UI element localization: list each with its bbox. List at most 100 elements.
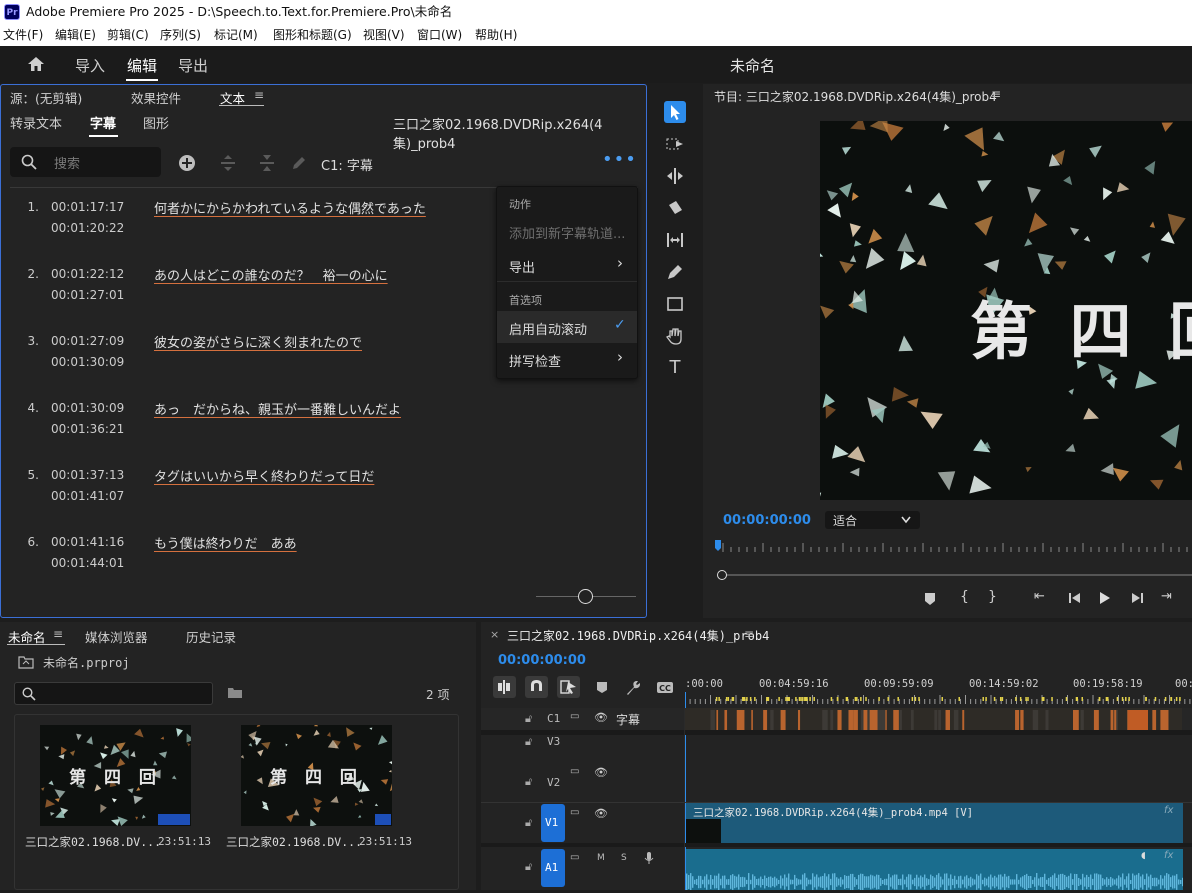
- wrench-icon[interactable]: [625, 680, 641, 696]
- timeline-timecode[interactable]: 00:00:00:00: [498, 653, 586, 668]
- menu-edit[interactable]: 编辑(E): [55, 24, 96, 46]
- caption-clip[interactable]: [1128, 710, 1148, 730]
- lock-icon[interactable]: 🔓︎: [525, 860, 532, 874]
- caption-text[interactable]: あの人はどこの誰なのだ？ 裕一の心に: [154, 265, 388, 284]
- panel-menu-icon[interactable]: ≡: [991, 87, 1001, 101]
- caption-clip[interactable]: [1160, 710, 1166, 730]
- caption-clip[interactable]: [881, 710, 886, 730]
- close-tab-icon[interactable]: ×: [490, 628, 499, 641]
- eye-icon[interactable]: 👁︎: [594, 766, 608, 779]
- pencil-icon[interactable]: [291, 155, 307, 171]
- menu-sequence[interactable]: 序列(S): [160, 24, 201, 46]
- type-tool-icon[interactable]: T: [664, 357, 686, 379]
- menu-help[interactable]: 帮助(H): [475, 24, 517, 46]
- add-caption-icon[interactable]: [178, 154, 196, 172]
- caption-clip[interactable]: [830, 710, 834, 730]
- caption-item[interactable]: 2. 00:01:22:12 00:01:27:01 あの人はどこの誰なのだ？ …: [1, 267, 491, 327]
- caption-item[interactable]: 3. 00:01:27:09 00:01:30:09 彼女の姿がさらに深く刻まれ…: [1, 334, 491, 394]
- folder-up-icon[interactable]: [18, 655, 34, 669]
- caption-clip[interactable]: [1045, 710, 1049, 730]
- caption-in-time[interactable]: 00:01:17:17: [51, 200, 124, 214]
- tab-source[interactable]: 源：(无剪辑): [10, 88, 82, 107]
- caption-in-time[interactable]: 00:01:41:16: [51, 535, 124, 549]
- add-marker-icon[interactable]: [596, 681, 608, 694]
- play-icon[interactable]: [1099, 591, 1111, 605]
- fit-dropdown[interactable]: 适合: [825, 511, 920, 529]
- mute-button[interactable]: M: [597, 853, 605, 863]
- film-icon[interactable]: ▭: [570, 807, 579, 818]
- caption-clip[interactable]: [1164, 710, 1169, 730]
- split-caption-icon[interactable]: [220, 154, 236, 172]
- menu-export[interactable]: 导出 ›: [497, 249, 637, 281]
- hand-tool-icon[interactable]: [664, 325, 686, 347]
- tab-import[interactable]: 导入: [75, 55, 105, 76]
- snap-magnet-icon[interactable]: [525, 676, 548, 698]
- track-target-a1[interactable]: A1: [541, 849, 565, 887]
- add-marker-icon[interactable]: [924, 592, 936, 606]
- caption-clip[interactable]: [1114, 710, 1117, 730]
- caption-text[interactable]: 何者かにからかわれているような偶然であった: [154, 198, 426, 217]
- caption-clip[interactable]: [934, 710, 938, 730]
- microphone-icon[interactable]: [643, 851, 655, 865]
- caption-text[interactable]: 彼女の姿がさらに深く刻まれたので: [154, 332, 362, 351]
- go-to-out-icon[interactable]: ⇥: [1161, 589, 1172, 604]
- menu-spellcheck[interactable]: 拼写检查 ›: [497, 344, 637, 376]
- tab-media-browser[interactable]: 媒体浏览器: [85, 627, 148, 646]
- caption-clip[interactable]: [873, 710, 878, 730]
- new-bin-icon[interactable]: [227, 686, 243, 700]
- caption-clip[interactable]: [1015, 710, 1020, 730]
- caption-text[interactable]: あっ だからね、親玉が一番難しいんだよ: [154, 399, 401, 418]
- eye-icon[interactable]: 👁︎: [594, 807, 608, 820]
- caption-in-time[interactable]: 00:01:37:13: [51, 468, 124, 482]
- caption-in-time[interactable]: 00:01:27:09: [51, 334, 124, 348]
- subtab-captions[interactable]: 字幕: [90, 113, 116, 132]
- caption-in-time[interactable]: 00:01:22:12: [51, 267, 124, 281]
- caption-clip[interactable]: [1110, 710, 1114, 730]
- film-icon[interactable]: ▭: [570, 711, 579, 722]
- search-input[interactable]: 搜索: [10, 147, 161, 177]
- caption-out-time[interactable]: 00:01:41:07: [51, 489, 124, 503]
- caption-clip[interactable]: [953, 710, 959, 730]
- caption-clip[interactable]: [739, 710, 745, 730]
- clip-name[interactable]: 三口之家02.1968.DV...: [25, 834, 161, 850]
- zoom-bar[interactable]: [723, 574, 1192, 576]
- menu-view[interactable]: 视图(V): [363, 24, 405, 46]
- film-icon[interactable]: ▭: [570, 766, 579, 777]
- project-search-input[interactable]: [14, 682, 213, 705]
- playhead-marker[interactable]: [714, 540, 722, 552]
- linked-selection-icon[interactable]: [557, 676, 580, 698]
- subtab-transcript[interactable]: 转录文本: [10, 113, 62, 132]
- track-label-v2[interactable]: V2: [547, 776, 560, 789]
- caption-clip[interactable]: [1032, 710, 1039, 730]
- captions-cc-icon[interactable]: CC: [656, 681, 674, 694]
- caption-text[interactable]: タグはいいから早く終わりだって日だ: [154, 466, 374, 485]
- razor-tool-icon[interactable]: [664, 197, 686, 219]
- step-forward-icon[interactable]: [1130, 592, 1144, 604]
- caption-clip[interactable]: [1080, 710, 1084, 730]
- caption-item[interactable]: 6. 00:01:41:16 00:01:44:01 もう僕は終わりだ ああ: [1, 535, 491, 595]
- menu-window[interactable]: 窗口(W): [417, 24, 462, 46]
- caption-clip[interactable]: [797, 710, 801, 730]
- caption-clip[interactable]: [962, 710, 965, 730]
- caption-clip[interactable]: [1020, 710, 1024, 730]
- step-back-icon[interactable]: [1068, 592, 1082, 604]
- lock-icon[interactable]: 🔓︎: [525, 712, 532, 726]
- caption-clip[interactable]: [910, 710, 914, 730]
- eye-icon[interactable]: 👁︎: [594, 711, 608, 724]
- panel-menu-icon[interactable]: ≡: [254, 88, 264, 102]
- clip-thumbnail[interactable]: 第 四 回: [40, 725, 191, 826]
- menu-clip[interactable]: 剪辑(C): [107, 24, 149, 46]
- rectangle-tool-icon[interactable]: [664, 293, 686, 315]
- home-icon[interactable]: [26, 55, 46, 73]
- caption-clip[interactable]: [770, 710, 774, 730]
- selection-tool-icon[interactable]: [664, 101, 686, 123]
- timeline-ruler[interactable]: :00:00 00:04:59:16 00:09:59:09 00:14:59:02 0…: [685, 675, 1192, 709]
- slip-tool-icon[interactable]: [664, 229, 686, 251]
- subtab-graphics[interactable]: 图形: [143, 113, 169, 132]
- track-label-v3[interactable]: V3: [547, 735, 560, 748]
- caption-clip[interactable]: [1093, 710, 1099, 730]
- menu-file[interactable]: 文件(F): [3, 24, 43, 46]
- zoom-slider-handle[interactable]: [578, 589, 593, 604]
- video-clip[interactable]: 三口之家02.1968.DVDRip.x264(4集)_prob4.mp4 [V…: [686, 803, 1183, 843]
- caption-clip[interactable]: [848, 710, 853, 730]
